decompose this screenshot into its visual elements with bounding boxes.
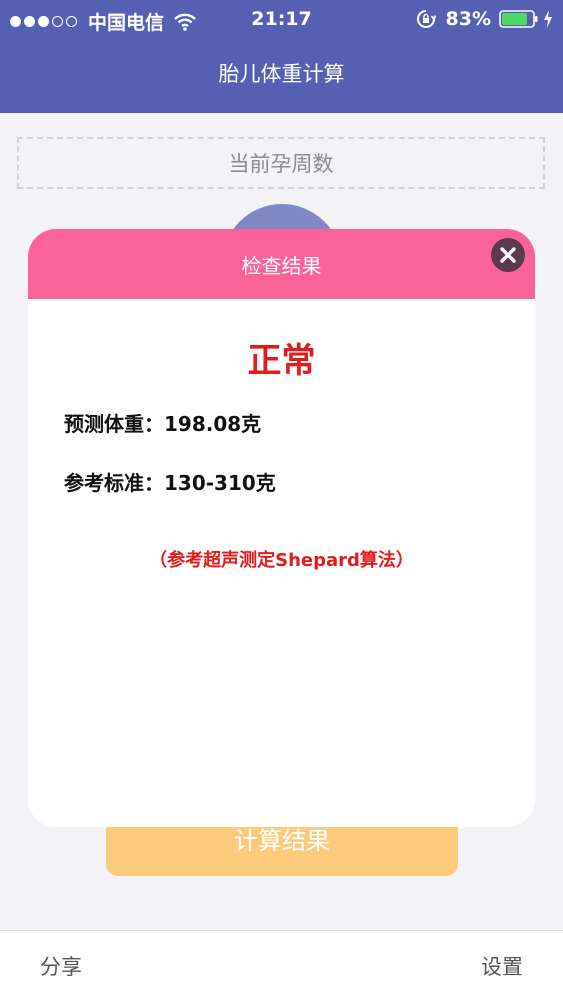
close-icon — [500, 247, 516, 263]
reference-range-label: 参考标准： — [64, 471, 164, 495]
predicted-weight-row: 预测体重： 198.08克 — [64, 408, 535, 437]
settings-button[interactable]: 设置 — [481, 951, 523, 981]
battery-icon — [499, 10, 538, 28]
method-note: （参考超声测定Shepard算法） — [149, 550, 414, 571]
reference-range-row: 参考标准： 130-310克 — [64, 467, 535, 496]
page-title: 胎儿体重计算 — [218, 62, 345, 86]
header: 中国电信 21:17 83% 胎儿体重计算 — [0, 0, 563, 113]
modal-title: 检查结果 — [241, 253, 322, 278]
charging-icon — [544, 10, 552, 28]
battery-percent: 83% — [445, 8, 491, 30]
status-bar: 中国电信 21:17 83% — [0, 0, 563, 40]
result-status: 正常 — [247, 341, 316, 381]
reference-range-value: 130-310克 — [164, 471, 276, 495]
result-modal: 检查结果 正常 预测体重： 198.08克 参考标准： 130-310克 （参考… — [28, 229, 535, 827]
tab-bar: 分享 设置 — [0, 930, 563, 1000]
predicted-weight-label: 预测体重： — [64, 412, 164, 436]
predicted-weight-value: 198.08克 — [164, 412, 262, 436]
share-button[interactable]: 分享 — [40, 951, 82, 981]
screen: 中国电信 21:17 83% 胎儿体重计算 当前孕周数 计算结果 分享 设置 检… — [0, 0, 563, 1000]
orientation-lock-icon — [416, 10, 436, 28]
modal-header: 检查结果 — [28, 229, 535, 299]
close-button[interactable] — [491, 238, 525, 272]
status-right: 83% — [416, 8, 553, 30]
